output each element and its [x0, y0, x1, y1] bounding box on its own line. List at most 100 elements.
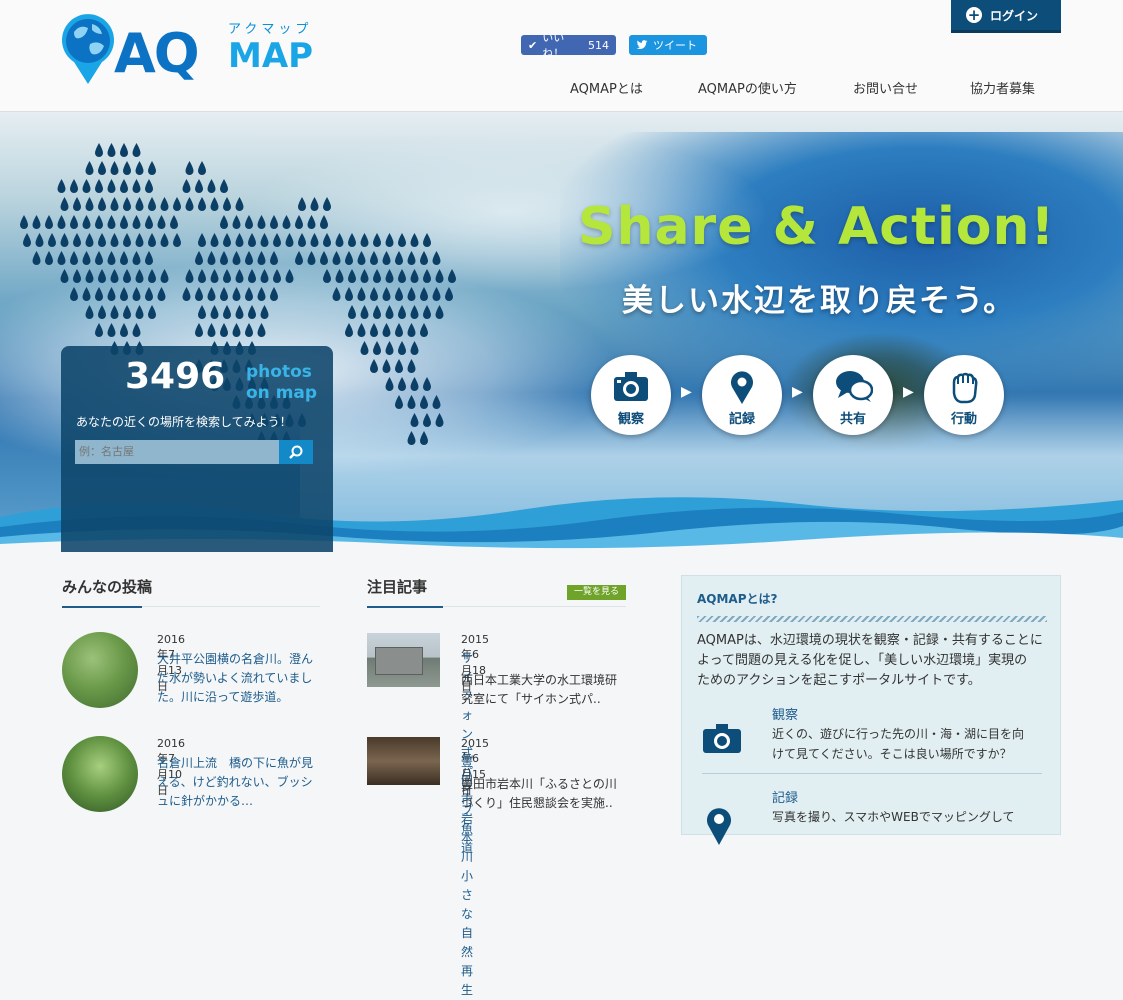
water-drop — [207, 287, 216, 301]
nav-volunteer[interactable]: 協力者募集 — [970, 78, 1035, 97]
water-drop — [232, 215, 241, 229]
water-drop — [82, 215, 91, 229]
water-drop — [398, 305, 406, 319]
water-drop — [385, 305, 394, 319]
water-drop — [410, 341, 419, 355]
water-drop — [270, 287, 278, 301]
water-drop — [123, 305, 131, 319]
water-drop — [60, 197, 69, 211]
water-drop — [95, 215, 103, 229]
hero-headline: Share & Action! — [578, 197, 1056, 257]
water-drop — [348, 305, 356, 319]
water-drop — [423, 233, 431, 247]
water-drop — [407, 395, 416, 409]
water-drop — [235, 305, 244, 319]
water-drop — [173, 197, 181, 211]
water-drop — [157, 215, 166, 229]
water-drop — [57, 251, 66, 265]
water-drop — [370, 287, 378, 301]
water-drop — [185, 197, 194, 211]
water-drop — [385, 341, 394, 355]
about-panel: AQMAPとは? AQMAPは、水辺環境の現状を観察・記録・共有することに よっ… — [681, 575, 1061, 845]
water-drop — [410, 269, 419, 283]
water-drop — [323, 233, 331, 247]
water-drop — [257, 323, 266, 337]
water-drop — [332, 287, 341, 301]
water-drop — [98, 197, 106, 211]
post-title[interactable]: 名倉川上流 橋の下に魚が見 える、けど釣れない、ブッシ ュに針がかかる… — [157, 754, 327, 811]
water-drop — [60, 233, 69, 247]
location-search-input[interactable] — [75, 440, 279, 464]
water-drop — [95, 179, 103, 193]
water-drop — [235, 197, 244, 211]
post-title[interactable]: 大井平公園横の名倉川。澄ん だ水が勢いよく流れていまし た。川に沿って遊歩道。 — [157, 650, 327, 707]
water-drop — [135, 197, 144, 211]
tweet-button[interactable]: ツイート — [629, 35, 707, 55]
water-drop — [423, 377, 431, 391]
water-drop — [110, 161, 119, 175]
water-drop — [257, 215, 266, 229]
water-drop — [132, 215, 141, 229]
nav-contact[interactable]: お問い合せ — [853, 78, 918, 97]
chat-bubbles-icon — [836, 371, 873, 402]
water-drop — [360, 233, 369, 247]
water-drop — [260, 305, 269, 319]
water-drop — [195, 179, 203, 193]
water-drop — [407, 287, 416, 301]
water-drop — [98, 233, 106, 247]
map-pin-icon — [731, 371, 753, 404]
article-thumbnail[interactable] — [367, 737, 440, 785]
water-drop — [382, 323, 391, 337]
water-drop — [398, 233, 406, 247]
water-drop — [395, 323, 403, 337]
water-drop — [135, 269, 144, 283]
nav-howto[interactable]: AQMAPの使い方 — [698, 78, 797, 97]
water-drop — [98, 161, 106, 175]
water-drop — [345, 287, 353, 301]
facebook-like-button[interactable]: ✔ いいね！ 514 — [521, 31, 616, 60]
water-drop — [132, 143, 141, 157]
water-drop — [145, 251, 153, 265]
see-all-button[interactable]: 一覧を見る — [567, 585, 626, 600]
post-thumbnail[interactable] — [62, 736, 138, 812]
water-drop — [420, 323, 428, 337]
water-drop — [98, 305, 106, 319]
nav-about[interactable]: AQMAPとは — [570, 78, 643, 97]
step-label: 観察 — [617, 412, 644, 427]
water-drop — [160, 233, 169, 247]
water-drop — [198, 233, 206, 247]
step-action[interactable]: 行動 — [924, 355, 1004, 435]
water-drop — [223, 269, 231, 283]
water-drop — [370, 359, 378, 373]
water-drop — [148, 197, 156, 211]
water-drop — [285, 269, 294, 283]
water-drop — [207, 179, 216, 193]
water-drop — [132, 179, 141, 193]
article-thumbnail[interactable] — [367, 633, 440, 687]
logo-aq: AQ — [114, 22, 200, 85]
water-drop — [132, 323, 141, 337]
arrow-icon: ▶ — [903, 384, 914, 400]
logo-kana: アクマップ — [228, 22, 313, 37]
water-drop — [210, 197, 219, 211]
water-drop — [232, 287, 241, 301]
tweet-label: ツイート — [653, 39, 697, 52]
step-share[interactable]: 共有 — [813, 355, 893, 435]
water-drop — [345, 251, 353, 265]
water-drop — [295, 251, 303, 265]
step-record[interactable]: 記録 — [702, 355, 782, 435]
water-drop — [195, 323, 203, 337]
water-drop — [248, 233, 256, 247]
site-header: アクマップ AQ MAP ✔ いいね！ 514 ツイート + ログイン AQMA… — [0, 0, 1123, 112]
water-drop — [82, 287, 91, 301]
water-drop — [310, 197, 319, 211]
water-drop — [220, 215, 228, 229]
post-thumbnail[interactable] — [62, 632, 138, 708]
search-button[interactable] — [279, 440, 313, 464]
step-observe[interactable]: 観察 — [591, 355, 671, 435]
water-drop — [157, 287, 166, 301]
about-item-title: 記録 — [772, 791, 799, 806]
water-drop — [107, 215, 116, 229]
water-drop — [395, 287, 403, 301]
login-button[interactable]: + ログイン — [951, 0, 1061, 33]
